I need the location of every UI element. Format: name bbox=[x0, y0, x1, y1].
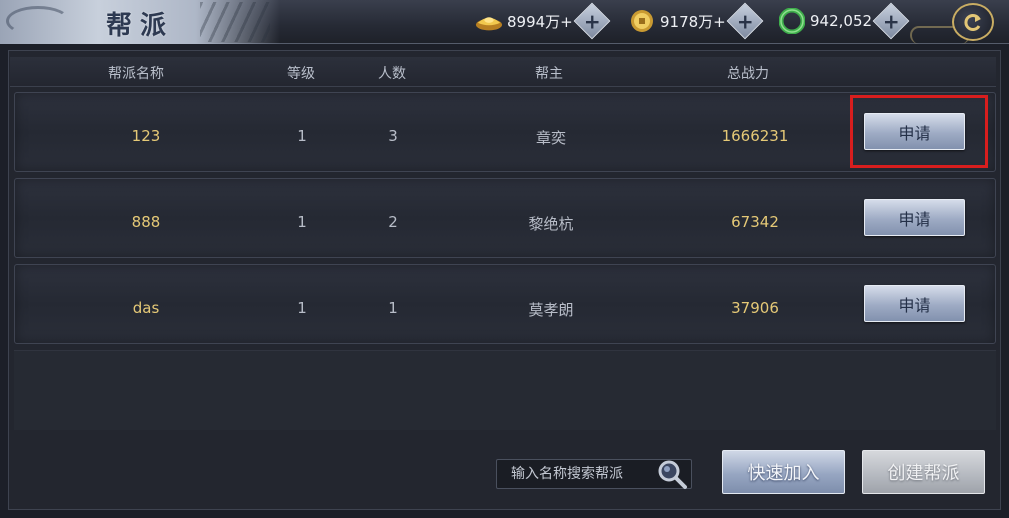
gold-ingot-icon bbox=[475, 9, 503, 33]
guild-members: 1 bbox=[388, 299, 398, 317]
top-bar: 帮派 8994万+ + 9178万+ + 942,052 + bbox=[0, 0, 1009, 44]
guild-power: 1666231 bbox=[721, 127, 789, 145]
page-title: 帮派 bbox=[106, 11, 175, 41]
column-header-level: 等级 bbox=[287, 66, 315, 82]
empty-list-area bbox=[14, 350, 996, 430]
guild-power: 67342 bbox=[731, 213, 779, 231]
currency-ingot: 8994万+ + bbox=[475, 2, 611, 40]
apply-button[interactable]: 申请 bbox=[864, 113, 965, 150]
title-plate: 帮派 bbox=[0, 0, 280, 44]
guild-row: 888 1 2 黎绝杭 67342 申请 bbox=[14, 178, 996, 258]
currency-value: 9178万+ bbox=[660, 12, 726, 31]
guild-leader: 莫孝朗 bbox=[528, 301, 574, 319]
column-header-name: 帮派名称 bbox=[108, 66, 164, 82]
guild-members: 2 bbox=[388, 213, 398, 231]
search-icon[interactable] bbox=[655, 457, 689, 491]
back-button[interactable] bbox=[952, 3, 994, 41]
guild-level: 1 bbox=[297, 127, 307, 145]
guild-power: 37906 bbox=[731, 299, 779, 317]
add-ingot-button[interactable]: + bbox=[573, 2, 611, 40]
gold-coin-icon bbox=[628, 9, 656, 33]
guild-members: 3 bbox=[388, 127, 398, 145]
add-coin-button[interactable]: + bbox=[726, 2, 764, 40]
add-jade-button[interactable]: + bbox=[872, 2, 910, 40]
apply-button[interactable]: 申请 bbox=[864, 285, 965, 322]
guild-leader: 黎绝杭 bbox=[528, 215, 574, 233]
guild-name: 123 bbox=[131, 127, 161, 145]
guild-name: das bbox=[132, 299, 160, 317]
jade-ring-icon bbox=[778, 8, 806, 34]
guild-level: 1 bbox=[297, 299, 307, 317]
currency-coin: 9178万+ + bbox=[628, 2, 764, 40]
currency-value: 942,052 bbox=[810, 12, 873, 30]
bamboo-decoration bbox=[200, 2, 270, 42]
guild-row: 123 1 3 章奕 1666231 申请 bbox=[14, 92, 996, 172]
cloud-swirl-decoration bbox=[6, 6, 70, 36]
currency-jade: 942,052 + bbox=[778, 2, 910, 40]
return-arrow-icon bbox=[964, 14, 981, 31]
quick-join-button[interactable]: 快速加入 bbox=[722, 450, 845, 494]
guild-name: 888 bbox=[131, 213, 161, 231]
search-input[interactable] bbox=[497, 460, 653, 488]
apply-button[interactable]: 申请 bbox=[864, 199, 965, 236]
column-header-members: 人数 bbox=[378, 66, 406, 82]
create-guild-button[interactable]: 创建帮派 bbox=[862, 450, 985, 494]
guild-level: 1 bbox=[297, 213, 307, 231]
search-box bbox=[496, 459, 692, 489]
table-header: 帮派名称 等级 人数 帮主 总战力 bbox=[10, 57, 996, 87]
column-header-power: 总战力 bbox=[727, 66, 769, 82]
column-header-leader: 帮主 bbox=[535, 66, 563, 82]
guild-leader: 章奕 bbox=[535, 129, 567, 147]
currency-value: 8994万+ bbox=[507, 12, 573, 31]
guild-row: das 1 1 莫孝朗 37906 申请 bbox=[14, 264, 996, 344]
